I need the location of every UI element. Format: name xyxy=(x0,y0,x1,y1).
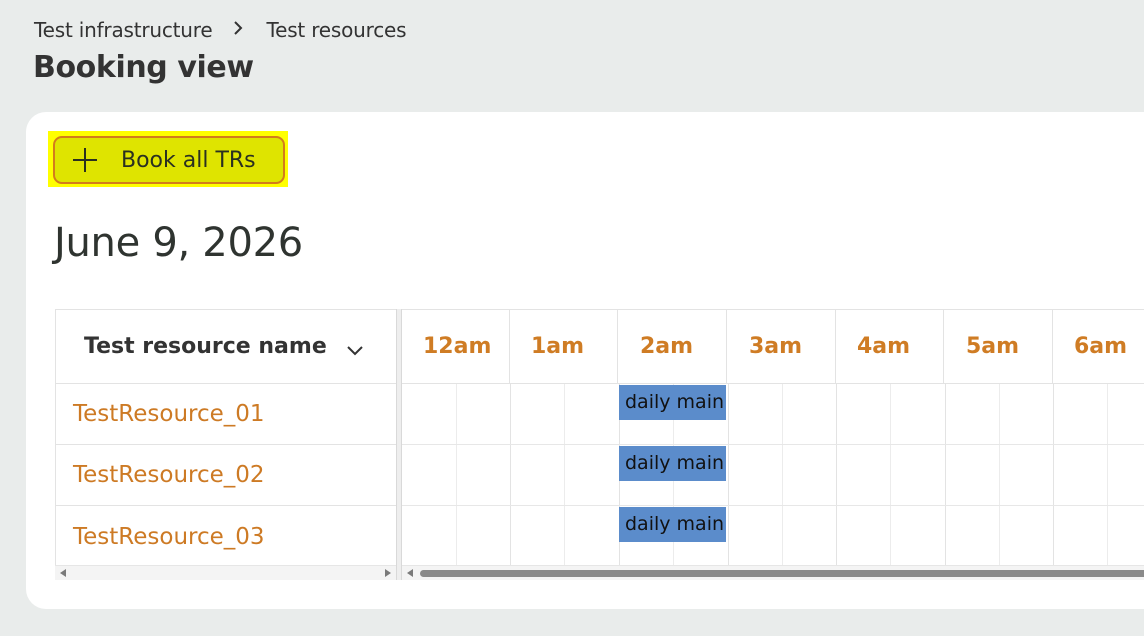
hour-label: 5am xyxy=(945,310,1053,384)
hour-label: 6am xyxy=(1053,310,1144,384)
column-header-label: Test resource name xyxy=(84,334,327,359)
timeline-rows: daily main daily main daily main xyxy=(402,384,1144,566)
scroll-left-arrow-icon[interactable] xyxy=(60,569,66,577)
scroll-left-arrow-icon[interactable] xyxy=(407,569,413,577)
hour-label: 3am xyxy=(728,310,836,384)
scroll-right-arrow-icon[interactable] xyxy=(385,569,391,577)
left-horizontal-scrollbar[interactable] xyxy=(55,565,396,580)
timeline-grid: 12am 1am 2am 3am 4am 5am 6am daily main … xyxy=(402,309,1144,580)
resource-row[interactable]: TestResource_01 xyxy=(56,384,396,445)
breadcrumb: Test infrastructure Test resources xyxy=(34,18,407,42)
timeline-row[interactable]: daily main xyxy=(402,506,1144,567)
resource-link[interactable]: TestResource_02 xyxy=(73,462,265,488)
resource-name-column: Test resource name TestResource_01 TestR… xyxy=(55,309,396,580)
resource-row[interactable]: TestResource_03 xyxy=(56,506,396,567)
booking-event[interactable]: daily main xyxy=(619,446,726,481)
timeline-horizontal-scrollbar[interactable] xyxy=(402,565,1144,580)
hour-label: 4am xyxy=(836,310,944,384)
hour-label: 1am xyxy=(510,310,618,384)
timeline-row[interactable]: daily main xyxy=(402,445,1144,506)
timeline-row[interactable]: daily main xyxy=(402,384,1144,445)
timeline-header: 12am 1am 2am 3am 4am 5am 6am xyxy=(402,310,1144,384)
booking-event[interactable]: daily main xyxy=(619,507,726,542)
breadcrumb-item-test-resources[interactable]: Test resources xyxy=(266,18,406,42)
resource-row[interactable]: TestResource_02 xyxy=(56,445,396,506)
scrollbar-thumb[interactable] xyxy=(420,570,1144,577)
book-all-trs-label: Book all TRs xyxy=(121,147,256,173)
book-all-trs-button[interactable]: Book all TRs xyxy=(53,136,285,184)
column-header-resource-name[interactable]: Test resource name xyxy=(56,310,396,384)
resource-link[interactable]: TestResource_03 xyxy=(73,524,265,550)
resource-link[interactable]: TestResource_01 xyxy=(73,401,265,427)
plus-icon xyxy=(72,147,98,173)
booking-event[interactable]: daily main xyxy=(619,385,726,420)
chevron-right-icon xyxy=(232,20,244,41)
schedule-date: June 9, 2026 xyxy=(54,220,303,266)
page-title: Booking view xyxy=(33,50,254,85)
chevron-down-icon[interactable] xyxy=(347,337,363,355)
hour-label: 2am xyxy=(619,310,727,384)
breadcrumb-item-test-infrastructure[interactable]: Test infrastructure xyxy=(34,18,213,42)
hour-label: 12am xyxy=(402,310,510,384)
